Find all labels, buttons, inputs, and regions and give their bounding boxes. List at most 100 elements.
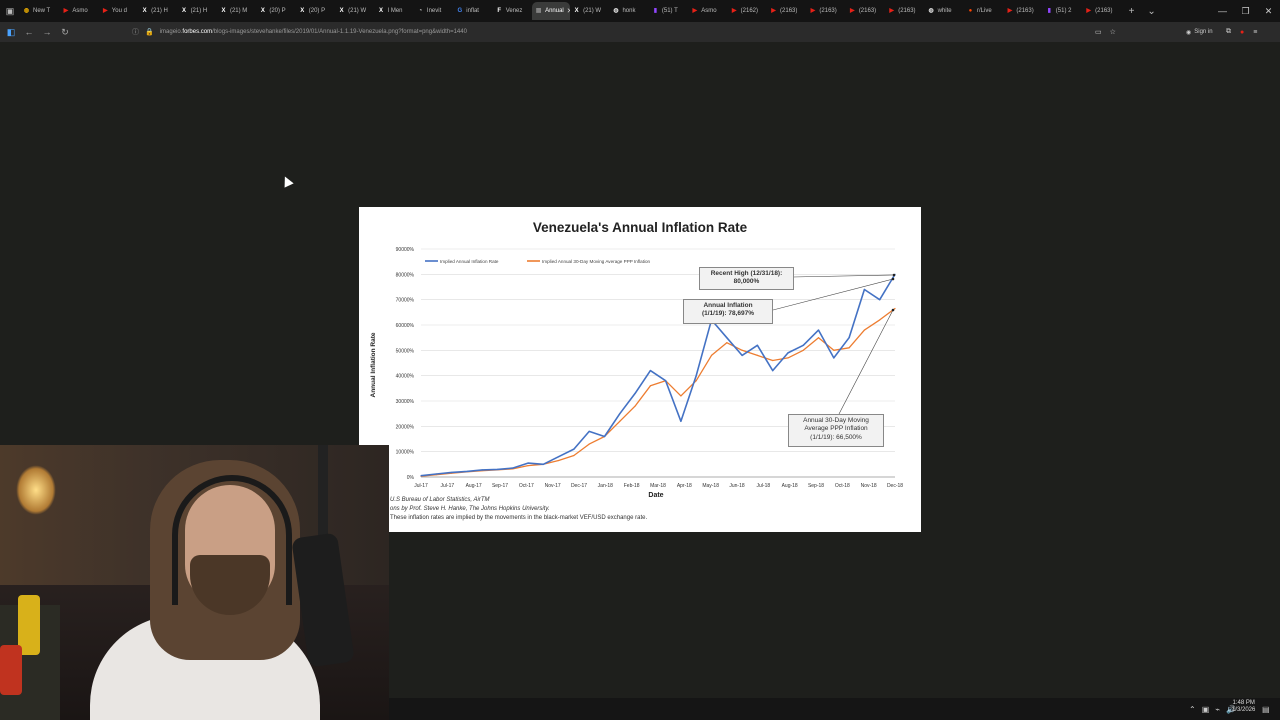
extensions-icon[interactable]: ⧉ [1226, 28, 1231, 36]
tab-label: (2163) [1016, 8, 1034, 14]
clock-icon: ◔ [418, 7, 423, 14]
data-point [833, 357, 835, 359]
tab-6[interactable]: X (21) M [217, 2, 256, 20]
reader-mode-icon[interactable]: ▭ [1095, 28, 1102, 36]
tab-9[interactable]: X (21) W [335, 2, 374, 20]
data-point [894, 307, 896, 310]
tab-10[interactable]: XI Men [375, 2, 414, 20]
tab-list: ◍ New T ▶ Asmo ▶ You d X (21) H X (21) H X (21) M X(… [20, 0, 1122, 22]
data-point [802, 344, 804, 346]
tab-14[interactable]: ▦ Annual ✕ [532, 2, 571, 20]
address-bar[interactable]: ⓘ 🔒 imageio.forbes.com/blogs-images/stev… [132, 24, 1092, 40]
x-tick-label: Jul-17 [441, 483, 455, 489]
tab-27[interactable]: ▮ (51) 2 [1043, 2, 1082, 20]
tab-label: (21) M [229, 8, 248, 14]
data-point [420, 475, 422, 477]
annotation-arrowhead-2 [891, 277, 895, 281]
tab-menu-icon[interactable]: ▣ [0, 0, 20, 22]
minimize-icon[interactable]: — [1211, 0, 1234, 22]
tab-11[interactable]: ◔ Inevit [414, 2, 453, 20]
data-point [879, 299, 881, 301]
back-arrow-icon[interactable]: ← [20, 23, 38, 41]
annotation-annual-inflation: Annual Inflation (1/1/19): 78,697% [683, 299, 773, 324]
tab-5[interactable]: X (21) H [178, 2, 217, 20]
youtube-icon: ▶ [1086, 7, 1091, 14]
x-tick-label: Jun-18 [729, 483, 745, 489]
annotation-arrowhead-1 [892, 273, 896, 277]
taskbar-clock[interactable]: 1:48 PM 1/3/2026 [1232, 700, 1255, 714]
x-icon: X [379, 7, 384, 14]
annotation-moving-average-line1: Annual 30-Day Moving [803, 417, 869, 424]
tab-17[interactable]: ▮ (51) T [649, 2, 688, 20]
tab-label: New T [33, 8, 51, 14]
data-point [863, 329, 866, 331]
tab-22[interactable]: ▶ (2163) [846, 2, 885, 20]
x-tick-label: Oct-17 [519, 483, 534, 489]
data-point [695, 380, 697, 382]
x-tick-label: Aug-17 [466, 483, 482, 489]
twitch-icon: ▮ [653, 7, 658, 14]
data-point [512, 467, 514, 469]
tab-label: honk [622, 8, 636, 14]
forward-arrow-icon[interactable]: → [38, 23, 56, 41]
tray-app-icon[interactable]: ▣ [1202, 705, 1210, 714]
tab-12[interactable]: Ginflat [453, 2, 492, 20]
tab-13[interactable]: F Venez [493, 2, 532, 20]
x-tick-label: Feb-18 [624, 483, 640, 489]
tab-1[interactable]: ◍ New T [20, 2, 59, 20]
youtube-icon: ▶ [102, 7, 108, 14]
tab-7[interactable]: X (20) P [256, 2, 295, 20]
chart-image: 0% 10000% 20000% 30000% 40000% 50000% 60000% 70… [359, 207, 921, 532]
new-tab-button[interactable]: + [1122, 6, 1142, 17]
legend-label: Implied Annual Inflation Rate [440, 259, 499, 264]
tab-3[interactable]: ▶ You d [99, 2, 138, 20]
tab-label: (21) H [190, 8, 208, 14]
tab-label: Asmo [72, 8, 88, 14]
youtube-icon: ▶ [810, 7, 816, 14]
tab-2[interactable]: ▶ Asmo [59, 2, 98, 20]
tab-25[interactable]: ● r/Live [964, 2, 1003, 20]
y-tick-label: 80000% [396, 272, 415, 278]
tab-search-chevron-icon[interactable]: ⌄ [1142, 6, 1162, 17]
menu-icon[interactable]: ≡ [1253, 29, 1257, 36]
source-line-1: U.S Bureau of Labor Statistics, AirTM [390, 497, 490, 503]
tab-21[interactable]: ▶ (2163) [806, 2, 845, 20]
annotation-recent-high-line1: Recent High (12/31/18): [710, 270, 783, 277]
x-icon: X [221, 7, 226, 14]
sidebar-toggle-icon[interactable]: ◧ [2, 23, 20, 41]
globe-icon: ◍ [23, 7, 30, 14]
notification-icon[interactable]: ▤ [1262, 698, 1270, 720]
restore-icon[interactable]: ❐ [1234, 0, 1257, 22]
lock-icon: 🔒 [145, 29, 154, 36]
site-info-icon[interactable]: ⓘ [132, 27, 139, 37]
tab-20[interactable]: ▶ (2163) [767, 2, 806, 20]
youtube-icon: ▶ [889, 7, 895, 14]
extension-red-icon[interactable]: ● [1240, 29, 1244, 36]
tab-28[interactable]: ▶ (2163) [1082, 2, 1121, 20]
network-icon[interactable]: ⌁ [1215, 705, 1220, 714]
annotation-moving-average-line2: Average PPP Inflation [804, 425, 868, 433]
data-point [496, 468, 499, 470]
tab-18[interactable]: ▶ Asmo [688, 2, 727, 20]
x-tick-label: Sep-17 [492, 483, 508, 489]
webcam-overlay [0, 445, 389, 720]
tab-label: (20) P [269, 8, 286, 14]
tab-23[interactable]: ▶ (2163) [885, 2, 924, 20]
webcam-lamp [16, 465, 56, 515]
y-tick-label: 60000% [396, 323, 415, 329]
tab-4[interactable]: X (21) H [138, 2, 177, 20]
tab-19[interactable]: ▶ (2162) [728, 2, 767, 20]
data-point [619, 413, 621, 415]
tab-8[interactable]: X (20) P [296, 2, 335, 20]
tray-chevron-icon[interactable]: ⌃ [1189, 705, 1196, 714]
youtube-icon: ▶ [771, 7, 776, 14]
bookmark-star-icon[interactable]: ☆ [1110, 28, 1116, 36]
twitch-icon: ▮ [1047, 7, 1051, 14]
tab-16[interactable]: ◍ honk [609, 2, 648, 20]
tab-24[interactable]: ◍ white [925, 2, 964, 20]
close-window-icon[interactable]: ✕ [1257, 0, 1280, 22]
sign-in-button[interactable]: ◉ Sign in [1186, 22, 1213, 42]
tab-15[interactable]: X (21) W [570, 2, 609, 20]
reload-icon[interactable]: ↻ [56, 23, 74, 41]
tab-26[interactable]: ▶ (2163) [1003, 2, 1042, 20]
